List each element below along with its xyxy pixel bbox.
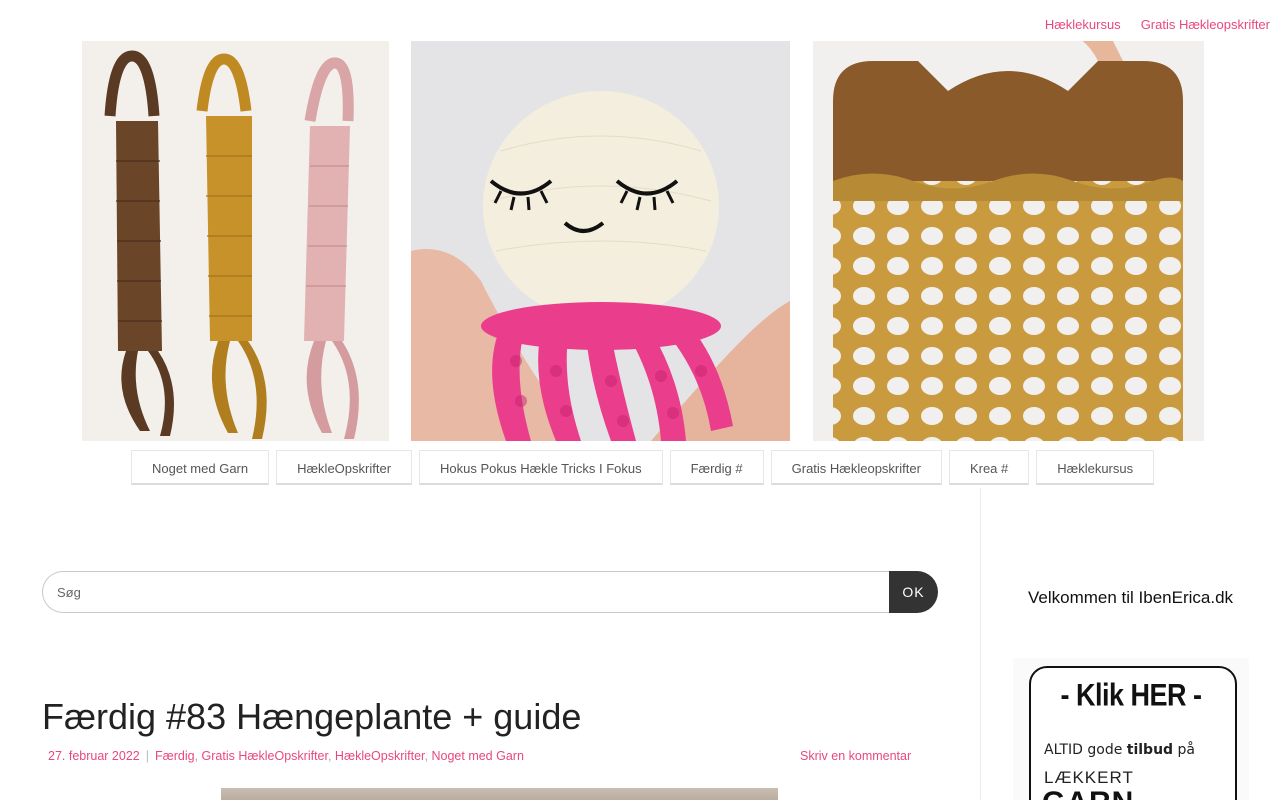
banner-line-laekkert: LÆKKERT <box>1044 768 1134 787</box>
search-input[interactable] <box>42 571 890 613</box>
sidebar-divider <box>980 488 981 800</box>
post-title[interactable]: Færdig #83 Hængeplante + guide <box>42 696 581 738</box>
category-comma: , <box>327 749 335 763</box>
write-comment-link[interactable]: Skriv en kommentar <box>800 749 911 763</box>
category-comma: , <box>194 749 202 763</box>
banner-tagline-start: ALTID gode <box>1044 742 1127 758</box>
top-link-haeklekursus[interactable]: Hæklekursus <box>1045 17 1121 32</box>
hero-image-net-bag[interactable] <box>813 41 1204 441</box>
meta-separator: | <box>145 749 149 763</box>
yarn-offer-banner[interactable]: - Klik HER - ALTID gode tilbud på LÆKKER… <box>1013 658 1249 800</box>
category-link-gratis-haekleopskrifter[interactable]: Gratis HækleOpskrifter <box>202 749 328 763</box>
hero-image-hanging-planters[interactable] <box>82 41 389 441</box>
main-nav: Noget med Garn HækleOpskrifter Hokus Pok… <box>131 450 1155 485</box>
banner-tagline: ALTID gode tilbud på <box>1044 742 1195 758</box>
top-link-gratis-haekleopskrifter[interactable]: Gratis Hækleopskrifter <box>1141 17 1270 32</box>
sidebar-widget-title: Velkommen til IbenErica.dk <box>1028 588 1234 607</box>
hero-image-jellyfish[interactable] <box>411 41 790 441</box>
category-link-faerdig[interactable]: Færdig <box>155 749 195 763</box>
banner-tagline-end: på <box>1173 742 1195 758</box>
post-meta: 27. februar 2022 | Færdig, Gratis HækleOps… <box>48 749 524 763</box>
banner-line-garn: GARN <box>1042 786 1134 800</box>
header-image-strip <box>0 41 1280 441</box>
nav-item-faerdig[interactable]: Færdig # <box>669 450 764 485</box>
search-form: OK <box>42 571 938 613</box>
nav-item-hokus-pokus[interactable]: Hokus Pokus Hækle Tricks I Fokus <box>419 450 663 485</box>
category-link-noget-med-garn[interactable]: Noget med Garn <box>431 749 523 763</box>
post-featured-image[interactable] <box>221 788 778 800</box>
nav-item-haekleopskrifter[interactable]: HækleOpskrifter <box>276 450 413 485</box>
nav-item-krea[interactable]: Krea # <box>948 450 1030 485</box>
post-date[interactable]: 27. februar 2022 <box>48 749 140 763</box>
nav-item-haeklekursus[interactable]: Hæklekursus <box>1036 450 1155 485</box>
banner-tagline-bold: tilbud <box>1126 742 1174 758</box>
category-link-haekleopskrifter[interactable]: HækleOpskrifter <box>335 749 425 763</box>
top-links: Hæklekursus Gratis Hækleopskrifter <box>1045 17 1270 32</box>
nav-item-noget-med-garn[interactable]: Noget med Garn <box>131 450 270 485</box>
search-submit-button[interactable]: OK <box>889 571 938 613</box>
nav-item-gratis-haekleopskrifter[interactable]: Gratis Hækleopskrifter <box>770 450 942 485</box>
banner-headline: - Klik HER - <box>1060 677 1202 713</box>
